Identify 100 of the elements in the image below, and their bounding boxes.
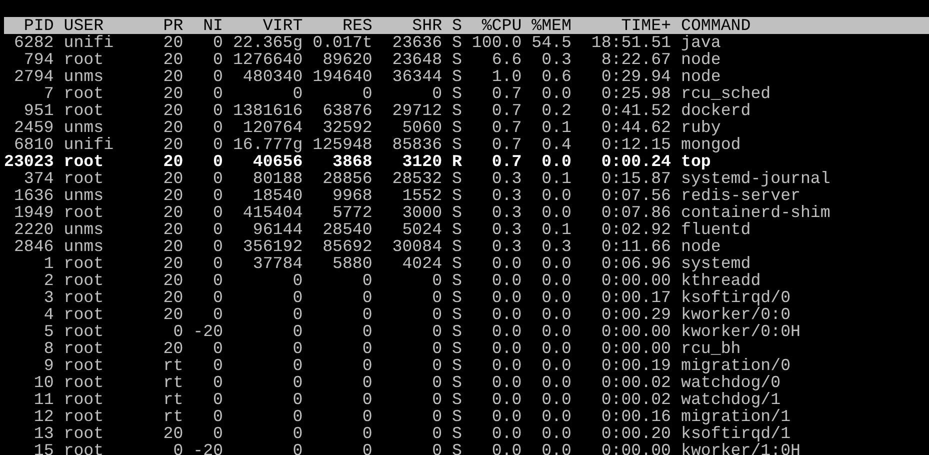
table-cell-text: 0 — [212, 391, 224, 408]
table-cell-text: 11 — [32, 391, 54, 408]
table-cell-text: 0 — [212, 187, 224, 204]
table-cell-text: 0:00.20 — [600, 425, 672, 442]
table-cell-text: 0:00.00 — [600, 442, 672, 455]
table-cell-text: 0.7 — [490, 153, 522, 170]
table-cell-text: 7 — [42, 85, 54, 102]
table-cell-text: 0:15.87 — [600, 170, 672, 187]
table-cell-text: 0 — [431, 442, 442, 455]
table-cell-text: 28540 — [322, 221, 372, 238]
table-cell-text: 5060 — [401, 119, 442, 136]
column-header: PR — [162, 17, 184, 34]
table-cell-text: 20 — [162, 68, 184, 85]
table-cell-text: 0 — [212, 102, 224, 119]
table-cell-text: 15 — [32, 442, 54, 455]
table-cell-text: 0.0 — [540, 425, 572, 442]
table-cell-text: 0.0 — [540, 374, 572, 391]
table-cell-text: root — [64, 391, 105, 408]
table-cell-text: 0 — [212, 34, 224, 51]
table-cell-text: 0 — [212, 85, 224, 102]
table-cell: S — [452, 204, 462, 221]
table-cell-text: unifi — [64, 136, 115, 153]
table-cell-text: 0.7 — [490, 136, 522, 153]
table-cell-text: 0.0 — [540, 255, 572, 272]
table-cell-text: 20 — [162, 51, 184, 68]
table-cell-text: 89620 — [322, 51, 372, 68]
table-cell-text: 0 — [292, 323, 303, 340]
table-cell-text: 23636 — [391, 34, 442, 51]
table-cell-text: 0:00.02 — [600, 391, 672, 408]
table-cell-text: 0.1 — [540, 221, 572, 238]
table-cell-text: 0 — [361, 340, 372, 357]
table-cell-text: 0:00.17 — [600, 289, 672, 306]
table-cell-text: 0 — [361, 442, 372, 455]
table-cell-text: 0 — [431, 357, 442, 374]
table-cell-text: 0 — [292, 408, 303, 425]
table-cell-text: 0 — [361, 272, 372, 289]
column-header: %MEM — [532, 17, 572, 34]
table-cell-text: rt — [162, 374, 184, 391]
table-cell: top — [680, 153, 711, 170]
table-cell-text: 0 — [292, 425, 303, 442]
table-cell-text: 1636 — [12, 187, 54, 204]
table-cell: dockerd — [680, 102, 751, 119]
table-cell-text: 0 — [361, 85, 372, 102]
table-cell-text: 0 — [361, 289, 372, 306]
table-cell-text: 0 — [212, 136, 224, 153]
table-cell-text: 20 — [162, 85, 184, 102]
column-header: COMMAND — [680, 17, 751, 34]
table-cell: S — [452, 323, 462, 340]
table-cell-text: 0.0 — [540, 187, 572, 204]
column-header: SHR — [411, 17, 442, 34]
table-cell-text: 0 — [212, 408, 224, 425]
table-cell-text: 0.0 — [490, 425, 522, 442]
table-cell-text: 3868 — [332, 153, 372, 170]
table-cell-text: 0 — [361, 306, 372, 323]
table-cell-text: 1949 — [12, 204, 54, 221]
table-cell-text: 20 — [162, 238, 184, 255]
table-cell-text: 30084 — [391, 238, 442, 255]
table-cell-text: root — [64, 51, 105, 68]
table-cell-text: 6.6 — [490, 51, 522, 68]
table-cell-text: 0:00.19 — [600, 357, 672, 374]
table-cell-text: 0 — [212, 68, 224, 85]
table-cell-text: 0 — [431, 408, 442, 425]
table-cell-text: 0 — [212, 170, 224, 187]
table-cell-text: 20 — [162, 153, 184, 170]
table-cell-text: 0 — [212, 204, 224, 221]
table-cell: S — [452, 34, 462, 51]
table-cell-text: 0 — [431, 289, 442, 306]
table-cell-text: root — [64, 408, 105, 425]
table-cell-text: 0.7 — [490, 119, 522, 136]
table-cell-text: 120764 — [242, 119, 303, 136]
table-cell-text: 0:00.24 — [600, 153, 672, 170]
table-cell: mongod — [680, 136, 741, 153]
column-header: USER — [64, 17, 105, 34]
table-cell-text: 0 — [361, 425, 372, 442]
table-cell-text: 0.3 — [490, 204, 522, 221]
column-header: PID — [22, 17, 54, 34]
table-cell-text: 0.0 — [540, 85, 572, 102]
table-cell-text: 0:00.00 — [600, 340, 672, 357]
table-cell-text: 0.0 — [490, 357, 522, 374]
table-cell: node — [680, 68, 721, 85]
table-cell: S — [452, 51, 462, 68]
table-cell-text: 0:07.86 — [600, 204, 672, 221]
table-cell-text: 1552 — [401, 187, 442, 204]
table-cell-text: 0.0 — [540, 272, 572, 289]
table-cell-text: root — [64, 357, 105, 374]
table-cell-text: 0 — [431, 323, 442, 340]
table-cell: S — [452, 272, 462, 289]
table-cell-text: 2794 — [12, 68, 54, 85]
table-cell-text: 36344 — [391, 68, 442, 85]
table-cell-text: 0 — [431, 425, 442, 442]
table-cell-text: 2 — [42, 272, 54, 289]
table-cell-text: 0 — [292, 357, 303, 374]
table-cell-text: 3120 — [401, 153, 442, 170]
table-cell: S — [452, 340, 462, 357]
table-cell: node — [680, 238, 721, 255]
column-header: %CPU — [480, 17, 522, 34]
table-cell-text: 96144 — [252, 221, 303, 238]
table-cell-text: 0.3 — [490, 221, 522, 238]
table-cell-text: 20 — [162, 34, 184, 51]
table-cell-text: 0.0 — [540, 391, 572, 408]
